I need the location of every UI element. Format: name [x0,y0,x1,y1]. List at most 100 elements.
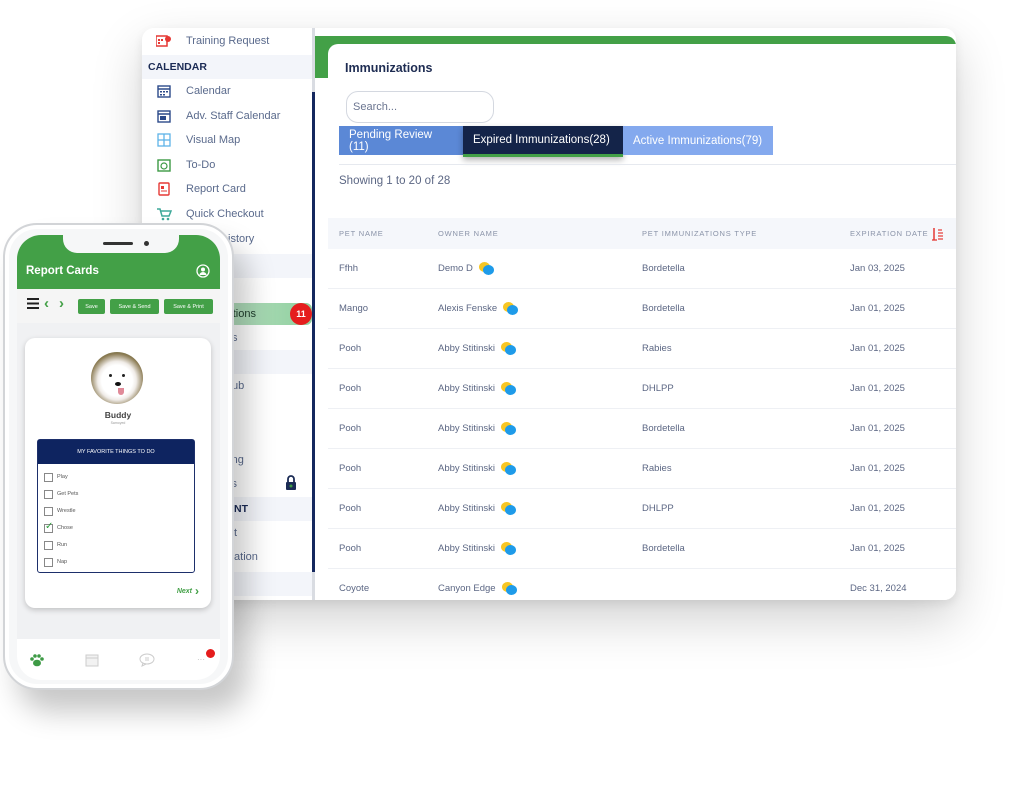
calendar-icon[interactable] [84,653,100,667]
message-icon[interactable] [501,461,517,476]
owner-name[interactable]: Abby Stitinski [438,383,495,394]
message-icon[interactable] [501,501,517,516]
immunization-type-cell: Rabies [642,343,672,354]
message-icon[interactable] [501,581,518,596]
tab-pending-review[interactable]: Pending Review (11) [339,126,463,155]
message-icon[interactable] [501,421,517,436]
sort-descending-icon[interactable] [932,227,944,241]
column-header-expiration-date[interactable]: EXPIRATION DATE [850,227,944,241]
favorite-checkbox-item[interactable]: ✓ Chose [44,520,73,533]
pet-name-cell[interactable]: Mango [339,303,368,314]
pet-name-cell[interactable]: Pooh [339,383,361,394]
sidebar-item-training-request[interactable]: Training Request [142,29,312,53]
checkbox-label: Play [57,474,68,480]
message-icon[interactable] [501,341,517,356]
table-row[interactable]: Pooh Abby Stitinski DHLPP Jan 01, 2025 [328,369,956,409]
checkmark-icon: ✓ [45,520,54,532]
pet-name-cell[interactable]: Pooh [339,343,361,354]
sidebar-item-adv-staff-calendar[interactable]: Adv. Staff Calendar [142,104,312,128]
paw-icon[interactable] [29,653,45,667]
owner-name[interactable]: Abby Stitinski [438,463,495,474]
message-icon[interactable] [501,541,517,556]
sidebar-item-label: Visual Map [186,134,241,146]
table-row[interactable]: Pooh Abby Stitinski Bordetella Jan 01, 2025 [328,529,956,569]
table-row[interactable]: Pooh Abby Stitinski DHLPP Jan 01, 2025 [328,489,956,529]
message-icon[interactable] [503,301,519,316]
save-print-button[interactable]: Save & Print [164,299,213,314]
favorite-checkbox-item[interactable]: Nap [44,557,67,567]
next-button[interactable]: Next › [177,584,199,598]
tab-expired-immunizations[interactable]: Expired Immunizations(28) [463,126,623,157]
checkbox[interactable] [44,472,53,482]
checkbox[interactable] [44,557,53,567]
checkbox-label: Chose [57,525,73,531]
sidebar-item-label: Calendar [186,85,231,97]
save-button[interactable]: Save [78,299,105,314]
table-row[interactable]: Coyote Canyon Edge Dec 31, 2024 [328,569,956,600]
save-send-button[interactable]: Save & Send [110,299,159,314]
immunization-type-cell: Bordetella [642,263,685,274]
hamburger-menu-icon[interactable] [27,298,39,309]
sidebar-item-calendar[interactable]: Calendar [142,79,312,103]
favorite-checkbox-item[interactable]: Run [44,540,67,550]
owner-name[interactable]: Demo D [438,263,473,274]
immunization-type-cell: Bordetella [642,303,685,314]
owner-name[interactable]: Abby Stitinski [438,543,495,554]
checkbox[interactable] [44,489,53,499]
owner-name[interactable]: Alexis Fenske [438,303,497,314]
owner-name[interactable]: Canyon Edge [438,583,496,594]
checkbox[interactable] [44,506,53,516]
pet-name-cell[interactable]: Pooh [339,463,361,474]
checkbox-label: Nap [57,559,68,565]
search-input[interactable]: Search... [346,91,494,123]
notification-badge: 11 [290,303,312,325]
tab-active-immunizations[interactable]: Active Immunizations(79) [623,126,773,155]
chat-icon[interactable] [139,653,155,667]
checkbox-label: Run [57,542,68,548]
immunization-type-cell: Bordetella [642,423,685,434]
column-header-pet-name[interactable]: PET NAME [339,229,384,238]
sidebar-item-visual-map[interactable]: Visual Map [142,128,312,152]
table-row[interactable]: Mango Alexis Fenske Bordetella Jan 01, 2025 [328,289,956,329]
sidebar-item-label: To-Do [186,159,216,171]
sidebar-item-report-card[interactable]: Report Card [142,177,312,201]
pet-breed: Samoyed [110,421,126,425]
pet-name-cell[interactable]: Coyote [339,583,369,594]
pet-name-cell[interactable]: Pooh [339,503,361,514]
chevron-right-icon[interactable]: › [59,295,64,312]
lock-icon [285,474,297,494]
owner-name-cell: Demo D [438,261,495,276]
chevron-right-icon: › [195,584,199,598]
table-row[interactable]: Ffhh Demo D Bordetella Jan 03, 2025 [328,249,956,289]
report-card: Buddy Samoyed MY FAVORITE THINGS TO DO P… [25,338,211,608]
page-title: Immunizations [345,61,433,75]
column-header-label: EXPIRATION DATE [850,229,929,238]
owner-name[interactable]: Abby Stitinski [438,503,495,514]
main-content: Immunizations Search... Pending Review (… [315,28,956,600]
pet-name-cell[interactable]: Pooh [339,543,361,554]
favorite-checkbox-item[interactable]: Get Pets [44,489,78,499]
owner-name[interactable]: Abby Stitinski [438,343,495,354]
sidebar-item-label: istory [228,233,255,245]
user-profile-icon[interactable] [196,264,210,278]
checkbox[interactable] [44,540,53,550]
table-row[interactable]: Pooh Abby Stitinski Bordetella Jan 01, 2025 [328,409,956,449]
owner-name-cell: Alexis Fenske [438,301,519,316]
sidebar-item-label: Training Request [186,35,270,47]
table-row[interactable]: Pooh Abby Stitinski Rabies Jan 01, 2025 [328,329,956,369]
owner-name[interactable]: Abby Stitinski [438,423,495,434]
table-row[interactable]: Pooh Abby Stitinski Rabies Jan 01, 2025 [328,449,956,489]
chevron-left-icon[interactable]: ‹ [44,295,49,312]
sidebar-item-todo[interactable]: To-Do [142,153,312,177]
favorite-checkbox-item[interactable]: Play [44,472,68,482]
phone-title: Report Cards [26,265,99,277]
checkbox[interactable]: ✓ [44,520,54,533]
message-icon[interactable] [478,261,495,276]
column-header-immunization-type[interactable]: PET IMMUNIZATIONS TYPE [642,229,757,238]
message-icon[interactable] [501,381,517,396]
pet-name-cell[interactable]: Pooh [339,423,361,434]
favorite-checkbox-item[interactable]: Wrestle [44,506,76,516]
column-header-owner-name[interactable]: OWNER NAME [438,229,499,238]
pet-name-cell[interactable]: Ffhh [339,263,358,274]
sidebar-section-calendar: CALENDAR [142,55,312,79]
